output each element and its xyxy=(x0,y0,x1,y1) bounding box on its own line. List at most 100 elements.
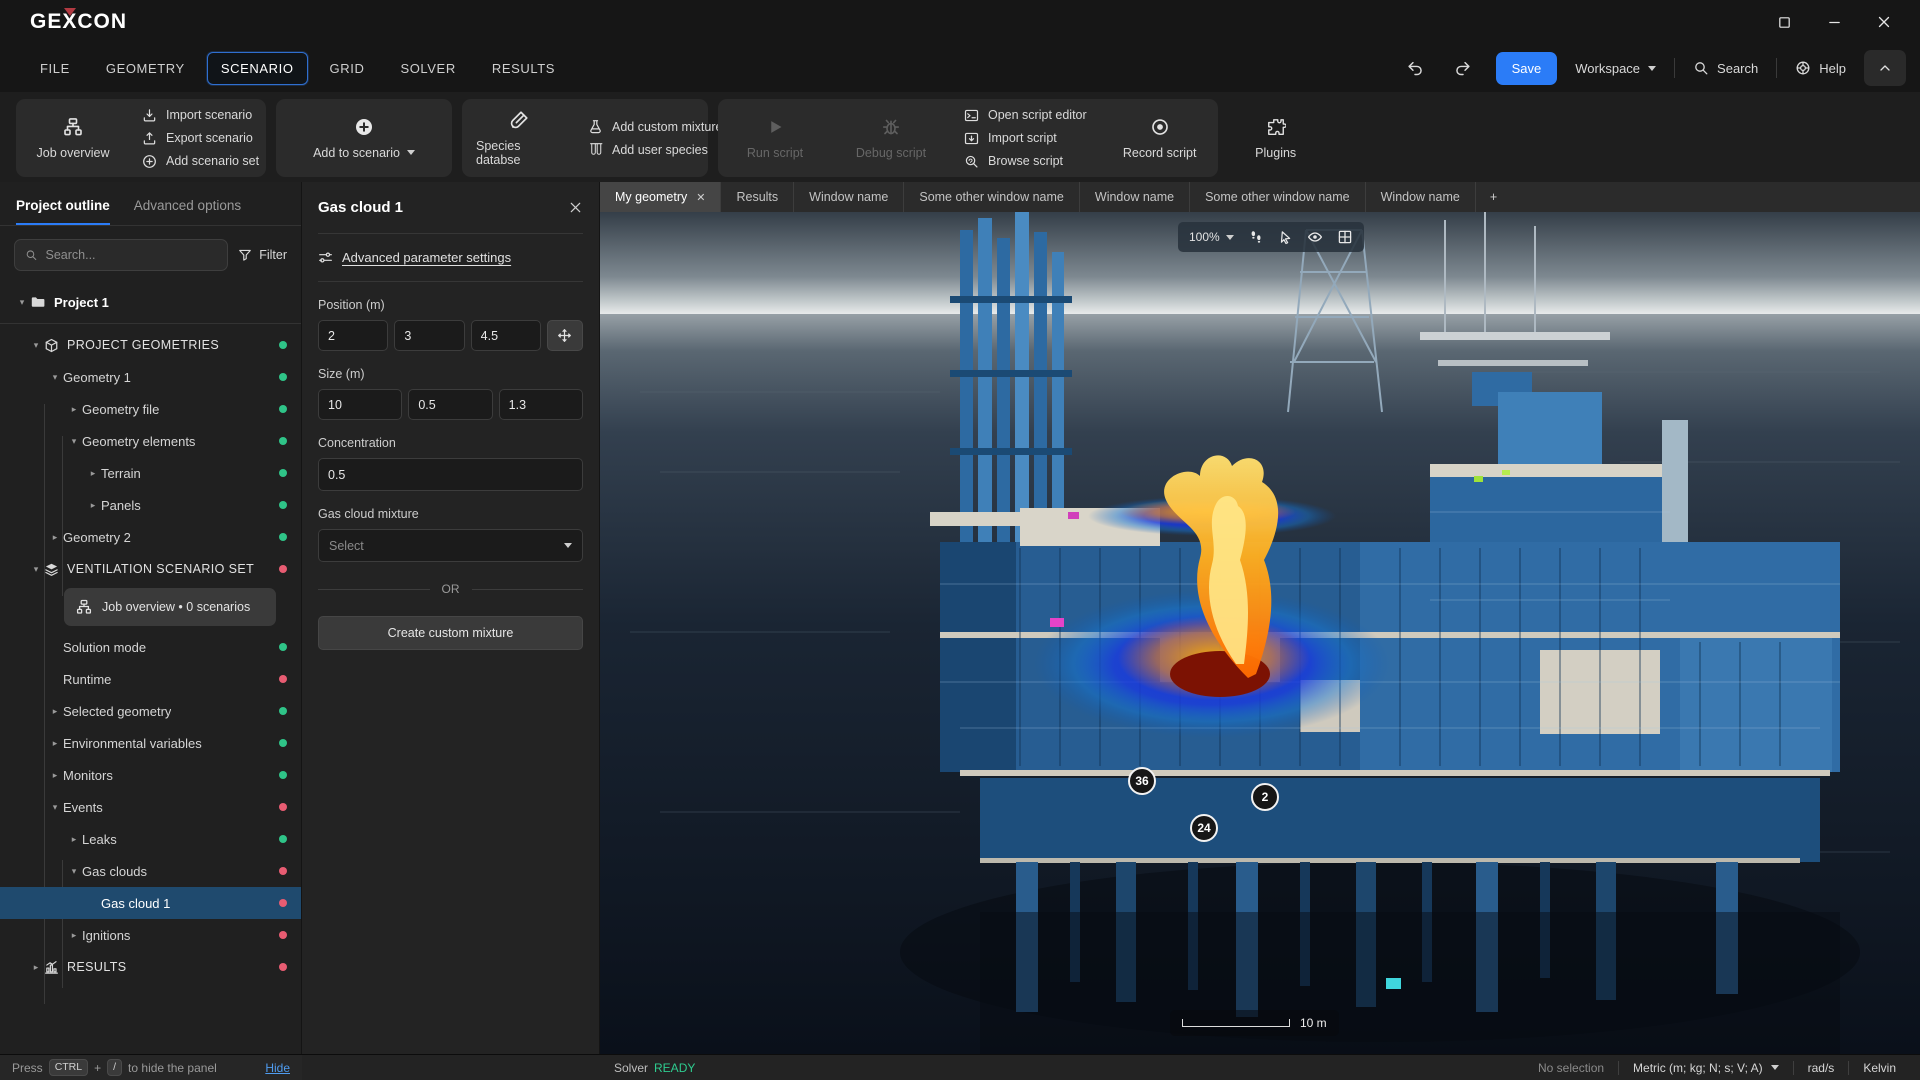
caret-icon[interactable]: ▾ xyxy=(14,297,30,308)
tab-advanced-options[interactable]: Advanced options xyxy=(134,198,241,225)
caret-icon[interactable]: ▸ xyxy=(85,500,101,511)
import-script-button[interactable]: Import script xyxy=(964,131,1087,146)
tree-item-runtime[interactable]: Runtime xyxy=(0,663,301,695)
position-z-input[interactable] xyxy=(471,320,541,351)
caret-icon[interactable]: ▸ xyxy=(66,404,82,415)
tree-item-monitors[interactable]: ▸ Monitors xyxy=(0,759,301,791)
viewport-tab-window-name-2[interactable]: Window name xyxy=(1080,182,1190,212)
menu-file[interactable]: FILE xyxy=(26,52,84,85)
search-input[interactable] xyxy=(46,248,218,262)
angular-unit[interactable]: rad/s xyxy=(1794,1055,1849,1080)
caret-icon[interactable]: ▾ xyxy=(66,866,82,877)
import-scenario-button[interactable]: Import scenario xyxy=(142,108,259,123)
tree-item-results[interactable]: ▸ RESULTS xyxy=(0,951,301,983)
tree-item-geometry-2[interactable]: ▸ Geometry 2 xyxy=(0,521,301,553)
tree-item-geometry-file[interactable]: ▸ Geometry file xyxy=(0,393,301,425)
search-button[interactable]: Search xyxy=(1693,60,1758,76)
filter-button[interactable]: Filter xyxy=(238,248,287,262)
monitor-badge-2[interactable]: 2 xyxy=(1251,783,1279,811)
job-overview-card[interactable]: Job overview • 0 scenarios xyxy=(64,588,276,626)
size-x-input[interactable] xyxy=(318,389,402,420)
viewport-tab-results[interactable]: Results xyxy=(721,182,794,212)
monitor-badge-24[interactable]: 24 xyxy=(1190,814,1218,842)
zoom-level-dropdown[interactable]: 100% xyxy=(1189,230,1234,244)
add-tab-button[interactable]: + xyxy=(1476,182,1511,212)
menu-scenario[interactable]: SCENARIO xyxy=(207,52,308,85)
tree-item-project-1[interactable]: ▾ Project 1 xyxy=(0,286,301,318)
3d-scene[interactable]: 100% 36 2 24 10 m xyxy=(600,212,1920,1054)
caret-icon[interactable]: ▾ xyxy=(47,372,63,383)
job-overview-button[interactable]: Job overview xyxy=(30,117,116,160)
size-y-input[interactable] xyxy=(408,389,492,420)
tree-item-solution-mode[interactable]: Solution mode xyxy=(0,631,301,663)
caret-icon[interactable]: ▸ xyxy=(47,706,63,717)
create-custom-mixture-button[interactable]: Create custom mixture xyxy=(318,616,583,650)
browse-script-button[interactable]: Browse script xyxy=(964,154,1087,169)
minimize-button[interactable] xyxy=(1820,8,1848,36)
advanced-parameter-settings-link[interactable]: Advanced parameter settings xyxy=(318,234,583,282)
caret-icon[interactable]: ▸ xyxy=(47,738,63,749)
tree-item-ventilation-scenario-set[interactable]: ▾ VENTILATION SCENARIO SET xyxy=(0,553,301,585)
run-script-button[interactable]: Run script xyxy=(732,117,818,160)
open-script-editor-button[interactable]: Open script editor xyxy=(964,108,1087,123)
export-scenario-button[interactable]: Export scenario xyxy=(142,131,259,146)
tree-item-geometry-1[interactable]: ▾ Geometry 1 xyxy=(0,361,301,393)
size-z-input[interactable] xyxy=(499,389,583,420)
caret-icon[interactable]: ▾ xyxy=(28,564,44,575)
species-database-button[interactable]: Species databse xyxy=(476,110,562,167)
units-dropdown[interactable]: Metric (m; kg; N; s; V; A) xyxy=(1619,1055,1793,1080)
walk-mode-button[interactable] xyxy=(1248,229,1264,245)
select-tool-button[interactable] xyxy=(1278,230,1293,245)
add-scenario-set-button[interactable]: Add scenario set xyxy=(142,154,259,169)
hide-panel-link[interactable]: Hide xyxy=(265,1061,290,1075)
monitor-badge-36[interactable]: 36 xyxy=(1128,767,1156,795)
tree-item-events[interactable]: ▾ Events xyxy=(0,791,301,823)
record-script-button[interactable]: Record script xyxy=(1117,117,1203,160)
concentration-input[interactable] xyxy=(318,458,583,491)
tree-item-selected-geometry[interactable]: ▸ Selected geometry xyxy=(0,695,301,727)
caret-icon[interactable]: ▸ xyxy=(47,770,63,781)
menu-grid[interactable]: GRID xyxy=(316,52,379,85)
maximize-button[interactable] xyxy=(1770,8,1798,36)
tree-item-project-geometries[interactable]: ▾ PROJECT GEOMETRIES xyxy=(0,329,301,361)
caret-icon[interactable]: ▾ xyxy=(47,802,63,813)
caret-icon[interactable]: ▸ xyxy=(47,532,63,543)
undo-button[interactable] xyxy=(1400,53,1430,83)
tree-item-terrain[interactable]: ▸ Terrain xyxy=(0,457,301,489)
tree-item-gas-cloud-1[interactable]: Gas cloud 1 xyxy=(0,887,301,919)
caret-icon[interactable]: ▸ xyxy=(66,834,82,845)
tree-item-leaks[interactable]: ▸ Leaks xyxy=(0,823,301,855)
tree-item-panels[interactable]: ▸ Panels xyxy=(0,489,301,521)
viewport-tab-window-name[interactable]: Window name xyxy=(794,182,904,212)
add-to-scenario-button[interactable]: Add to scenario xyxy=(313,117,415,160)
viewport-tab-some-other-window-name[interactable]: Some other window name xyxy=(904,182,1080,212)
debug-script-button[interactable]: Debug script xyxy=(848,117,934,160)
sidebar-search[interactable] xyxy=(14,239,228,271)
save-button[interactable]: Save xyxy=(1496,52,1558,85)
plugins-button[interactable]: Plugins xyxy=(1233,117,1319,160)
position-picker-button[interactable] xyxy=(547,320,583,351)
close-tab-icon[interactable]: ✕ xyxy=(696,191,705,204)
gas-cloud-mixture-select[interactable]: Select xyxy=(318,529,583,562)
visibility-button[interactable] xyxy=(1307,229,1323,245)
collapse-ribbon-button[interactable] xyxy=(1864,50,1906,86)
tree-item-ignitions[interactable]: ▸ Ignitions xyxy=(0,919,301,951)
temperature-unit[interactable]: Kelvin xyxy=(1849,1055,1910,1080)
position-y-input[interactable] xyxy=(394,320,464,351)
position-x-input[interactable] xyxy=(318,320,388,351)
menu-geometry[interactable]: GEOMETRY xyxy=(92,52,199,85)
caret-icon[interactable]: ▾ xyxy=(28,340,44,351)
tree-item-gas-clouds[interactable]: ▾ Gas clouds xyxy=(0,855,301,887)
caret-icon[interactable]: ▸ xyxy=(28,962,44,973)
close-panel-button[interactable] xyxy=(568,200,583,215)
caret-icon[interactable]: ▾ xyxy=(66,436,82,447)
add-user-species-button[interactable]: Add user species xyxy=(588,142,722,157)
add-custom-mixture-button[interactable]: Add custom mixture xyxy=(588,119,722,134)
viewport-tab-window-name-3[interactable]: Window name xyxy=(1366,182,1476,212)
tree-item-environmental-variables[interactable]: ▸ Environmental variables xyxy=(0,727,301,759)
tab-project-outline[interactable]: Project outline xyxy=(16,198,110,225)
close-window-button[interactable] xyxy=(1870,8,1898,36)
viewport-tab-some-other-window-name-2[interactable]: Some other window name xyxy=(1190,182,1366,212)
caret-icon[interactable]: ▸ xyxy=(85,468,101,479)
redo-button[interactable] xyxy=(1448,53,1478,83)
